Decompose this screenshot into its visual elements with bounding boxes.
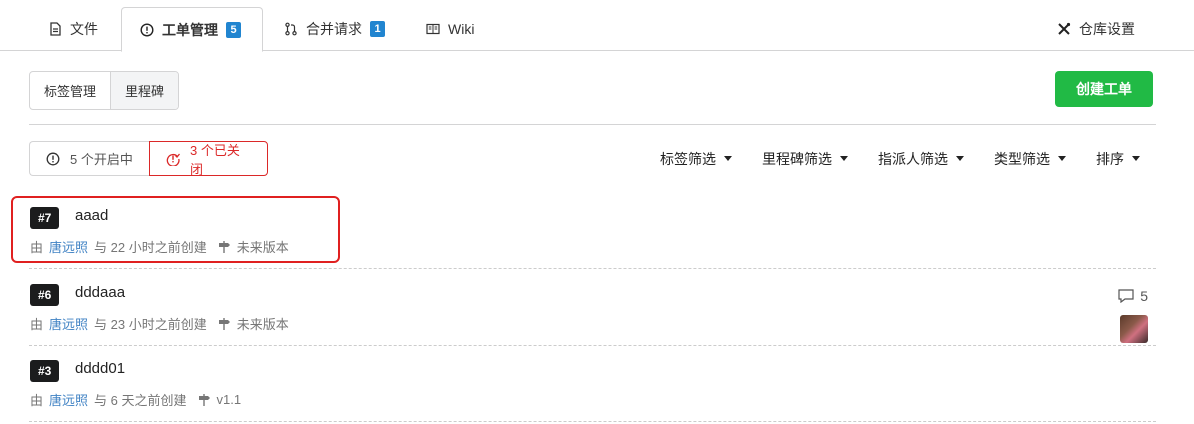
labels-button[interactable]: 标签管理 <box>30 72 110 109</box>
issue-row: #3 dddd01 由 唐远照 与 6 天之前创建 v1.1 <box>29 346 1156 422</box>
tools-icon <box>1057 22 1071 36</box>
divider <box>29 124 1156 125</box>
issue-opened-icon <box>140 22 154 37</box>
milestone-filter-dropdown[interactable]: 里程碑筛选 <box>762 149 848 169</box>
tab-settings[interactable]: 仓库设置 <box>1051 7 1141 51</box>
labels-milestones-group: 标签管理 里程碑 <box>29 71 180 110</box>
tab-wiki[interactable]: Wiki <box>420 7 480 51</box>
issue-title-link[interactable]: dddaaa <box>75 284 125 301</box>
tab-issues[interactable]: 工单管理 5 <box>121 7 263 52</box>
issue-author-link[interactable]: 唐远照 <box>49 390 88 409</box>
issue-comment-count: 5 <box>1140 288 1148 304</box>
create-issue-button[interactable]: 创建工单 <box>1055 71 1153 107</box>
assignee-filter-dropdown[interactable]: 指派人筛选 <box>878 149 964 169</box>
repo-tabs: 文件 工单管理 5 合并请求 1 Wiki 仓库设置 <box>0 0 1194 52</box>
highlight-annotation <box>11 196 340 263</box>
tab-wiki-label: Wiki <box>448 21 475 37</box>
caret-down-icon <box>1058 156 1066 161</box>
issue-row: #6 dddaaa 由 唐远照 与 23 小时之前创建 未来版本 5 <box>29 270 1156 346</box>
milestones-button[interactable]: 里程碑 <box>110 72 179 109</box>
issue-filters: 标签筛选 里程碑筛选 指派人筛选 类型筛选 排序 <box>660 141 1140 176</box>
issue-author-link[interactable]: 唐远照 <box>49 314 88 333</box>
issue-comments-link[interactable]: 5 <box>1118 288 1148 304</box>
label-filter-label: 标签筛选 <box>660 150 716 167</box>
open-issues-label: 5 个开启中 <box>70 152 133 167</box>
file-icon <box>48 22 62 36</box>
tab-files[interactable]: 文件 <box>42 7 104 51</box>
milestone-icon <box>217 317 231 331</box>
tab-files-label: 文件 <box>70 21 98 37</box>
tab-issues-label: 工单管理 <box>162 21 218 38</box>
issue-state-toggle: 5 个开启中 3 个已关闭 <box>29 141 268 177</box>
comment-icon <box>1118 289 1134 303</box>
type-filter-label: 类型筛选 <box>994 150 1050 167</box>
sort-label: 排序 <box>1096 150 1124 167</box>
issue-meta: 由 唐远照 与 6 天之前创建 v1.1 <box>30 390 241 409</box>
sort-dropdown[interactable]: 排序 <box>1096 149 1140 169</box>
book-icon <box>426 22 440 36</box>
assignee-filter-label: 指派人筛选 <box>878 150 948 167</box>
issue-by-label: 由 <box>30 393 44 408</box>
tab-pull-requests-label: 合并请求 <box>306 21 362 37</box>
assignee-avatar[interactable] <box>1120 315 1148 343</box>
caret-down-icon <box>724 156 732 161</box>
issue-by-label: 由 <box>30 317 44 332</box>
open-issues-button[interactable]: 5 个开启中 <box>29 141 149 176</box>
milestone-icon <box>197 393 211 407</box>
issue-opened-icon <box>46 152 60 166</box>
git-pull-request-icon <box>284 22 298 36</box>
caret-down-icon <box>1132 156 1140 161</box>
issue-meta: 由 唐远照 与 23 小时之前创建 未来版本 <box>30 314 289 333</box>
caret-down-icon <box>956 156 964 161</box>
tab-settings-label: 仓库设置 <box>1079 21 1135 37</box>
issue-created-time: 与 23 小时之前创建 <box>94 317 207 332</box>
issue-number: #3 <box>30 360 60 382</box>
label-filter-dropdown[interactable]: 标签筛选 <box>660 149 732 169</box>
issue-created-time: 与 6 天之前创建 <box>94 393 187 408</box>
issues-count-badge: 5 <box>226 21 241 38</box>
issue-milestone-link[interactable]: 未来版本 <box>237 314 289 333</box>
closed-issues-label: 3 个已关闭 <box>190 142 240 177</box>
issue-milestone-link[interactable]: v1.1 <box>217 392 242 407</box>
pull-requests-count-badge: 1 <box>370 21 385 37</box>
caret-down-icon <box>840 156 848 161</box>
closed-issues-button[interactable]: 3 个已关闭 <box>149 141 268 177</box>
issue-number: #6 <box>30 284 60 306</box>
tab-pull-requests[interactable]: 合并请求 1 <box>278 7 391 51</box>
type-filter-dropdown[interactable]: 类型筛选 <box>994 149 1066 169</box>
milestone-filter-label: 里程碑筛选 <box>762 150 832 167</box>
issue-closed-icon <box>166 152 180 166</box>
issue-title-link[interactable]: dddd01 <box>75 360 125 377</box>
